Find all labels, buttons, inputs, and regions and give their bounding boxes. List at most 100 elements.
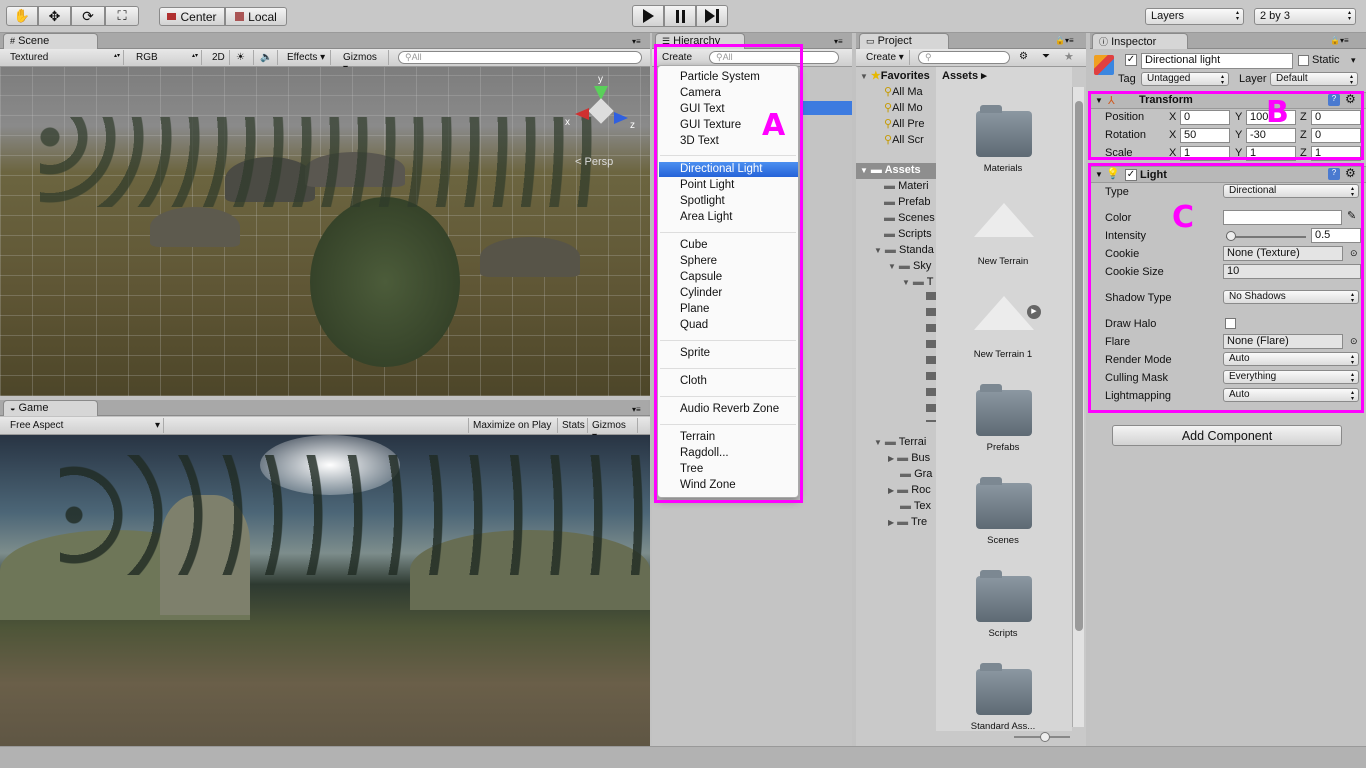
tab-project[interactable]: ▭ Project [859,33,949,49]
tree-item[interactable]: ▬ Tex [900,500,931,512]
scene-viewport[interactable]: y x z < Persp [0,67,650,396]
tree-item[interactable]: ▼ ▬ Terrai [874,436,926,448]
step-button[interactable] [696,5,728,27]
asset-folder-icon[interactable] [976,663,1032,715]
terrain-rock [150,207,240,247]
pivot-local-button[interactable]: Local [225,7,287,26]
hand-tool-button[interactable]: ✋ [6,6,38,26]
static-checkbox[interactable] [1298,55,1309,66]
tab-scene[interactable]: # Scene [3,33,98,49]
scene-toolbar: Textured ▴▾ RGB ▴▾ 2D ☀ 🔈 Effects ▾ Gizmos… [0,49,650,74]
layers-dropdown[interactable]: Layers [1145,8,1244,25]
folder-icon: ▭ [866,36,875,46]
game-tab-menu[interactable]: ▾≡ [632,405,641,414]
asset-folder-icon[interactable] [976,477,1032,529]
game-gizmos-dropdown[interactable]: Gizmos ▾ [588,418,638,442]
tree-item[interactable]: ▬ Prefab [884,196,930,208]
asset-folder-icon[interactable] [976,570,1032,622]
favorite-item[interactable]: ⚲All Pre [884,117,924,130]
folder-icon: ▬ [884,228,895,240]
tree-item[interactable]: ▼ ▬ Standa [874,244,934,256]
asset-label: Standard Ass... [970,721,1036,731]
asset-folder-icon[interactable] [976,384,1032,436]
add-component-button[interactable]: Add Component [1112,425,1342,446]
scrollbar-thumb[interactable] [1075,101,1083,631]
mode-2d-button[interactable]: 2D [208,50,230,65]
filter-type-icon[interactable]: ⚙ [1019,51,1028,62]
hierarchy-selected-row[interactable] [800,101,852,115]
game-icon: ◒ [10,403,16,413]
project-lock-icon[interactable]: 🔒▾≡ [1055,36,1074,45]
project-search-input[interactable]: ⚲ [918,51,1010,64]
tree-item[interactable]: ▬ Scenes [884,212,935,224]
terrain-icon[interactable] [974,296,1034,330]
lighting-toggle[interactable]: ☀ [232,50,254,65]
assets-root[interactable]: ▼ ▬ Assets [860,164,921,176]
project-create-dropdown[interactable]: Create ▾ [862,50,910,65]
folder-icon: ▬ [884,436,896,448]
tree-item[interactable]: ▬ Materi [884,180,929,192]
audio-toggle[interactable]: 🔈 [256,50,278,65]
static-dropdown-arrow[interactable]: ▾ [1351,55,1356,66]
favorites-header[interactable]: ▼ ★Favorites [860,69,930,82]
aspect-dropdown[interactable]: Free Aspect ▾ [6,418,164,433]
tree-item[interactable]: ▬ Gra [900,468,932,480]
maximize-on-play-toggle[interactable]: Maximize on Play [468,418,558,433]
pivot-local-label: Local [248,9,277,24]
tree-item[interactable]: ▼ ▬ Sky [888,260,931,272]
asset-label: Materials [983,163,1023,174]
scene-search-input[interactable]: ⚲All [398,51,642,64]
hierarchy-tab-menu[interactable]: ▾≡ [834,37,843,46]
scale-tool-button[interactable]: ⛶ [105,6,139,26]
layout-dropdown[interactable]: 2 by 3 [1254,8,1356,25]
active-checkbox[interactable]: ✓ [1125,54,1137,66]
pause-button[interactable] [664,5,696,27]
slider-thumb[interactable] [1040,732,1050,742]
folder-icon: ▬ [884,196,895,208]
folder-icon: ▬ [884,180,895,192]
sun-icon: ☀ [236,52,245,63]
tree-item[interactable]: ▶ ▬ Bus [888,452,930,464]
tab-game[interactable]: ◒ Game [3,400,98,416]
move-tool-button[interactable]: ✥ [38,6,71,26]
terrain-rock [480,237,580,277]
persp-label[interactable]: < Persp [575,156,613,168]
play-circle-icon[interactable]: ▶ [1027,305,1041,319]
asset-label: Scripts [988,628,1018,639]
assets-scrollbar[interactable] [1072,87,1084,727]
static-label: Static [1312,54,1340,66]
effects-dropdown[interactable]: Effects ▾ [283,50,331,65]
inspector-lock-icon[interactable]: 🔒▾≡ [1330,36,1349,45]
annotation-box-c [1088,163,1364,413]
axis-x-label: x [565,117,570,128]
pause-icon [675,9,685,23]
annotation-label-c: C [1172,200,1195,235]
assets-zoom-slider[interactable] [1014,732,1070,742]
scene-gizmo[interactable]: y x z [565,74,640,142]
terrain-icon[interactable] [974,203,1034,237]
gizmos-dropdown[interactable]: Gizmos ▾ [339,50,389,74]
favorite-item[interactable]: ⚲All Scr [884,133,924,146]
favorite-item[interactable]: ⚲All Mo [884,101,923,114]
tree-item[interactable]: ▬ Scripts [884,228,932,240]
object-name-field[interactable]: Directional light [1141,53,1293,69]
tree-item[interactable]: ▶ ▬ Tre [888,516,927,528]
assets-breadcrumb[interactable]: Assets ▸ [942,69,987,82]
favorite-item[interactable]: ⚲All Ma [884,85,923,98]
tab-inspector[interactable]: ⓘ Inspector [1092,33,1188,49]
favorite-star-icon[interactable]: ★ [1064,50,1074,63]
layer-dropdown[interactable]: Default [1270,72,1358,86]
tree-item[interactable]: ▼ ▬ T [902,276,934,288]
game-viewport[interactable] [0,435,650,746]
play-button[interactable] [632,5,664,27]
shading-dropdown[interactable]: Textured ▴▾ [6,50,124,65]
filter-label-icon[interactable]: ⏷ [1042,51,1050,62]
stats-toggle[interactable]: Stats [558,418,588,433]
asset-folder-icon[interactable] [976,105,1032,157]
pivot-center-button[interactable]: Center [159,7,225,26]
render-mode-dropdown[interactable]: RGB ▴▾ [132,50,202,65]
tree-item[interactable]: ▶ ▬ Roc [888,484,931,496]
rotate-tool-button[interactable]: ⟳ [71,6,105,26]
tag-dropdown[interactable]: Untagged [1141,72,1229,86]
scene-tab-menu[interactable]: ▾≡ [632,37,641,46]
